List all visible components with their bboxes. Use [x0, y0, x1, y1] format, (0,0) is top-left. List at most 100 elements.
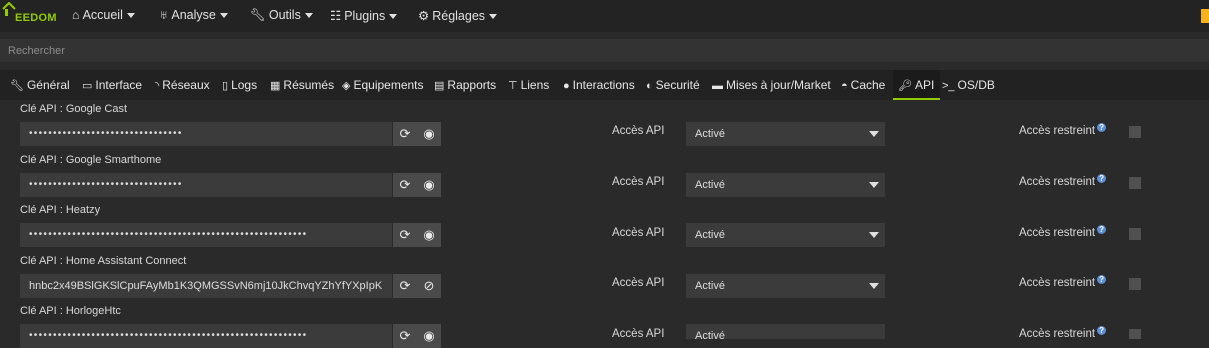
caret-down-icon	[304, 13, 313, 19]
nav-analyse[interactable]: ♅ Analyse	[159, 8, 228, 22]
file-icon: ▯	[222, 80, 229, 92]
help-icon[interactable]: ?	[1097, 174, 1107, 183]
key-icon: 🔑︎	[898, 80, 912, 92]
search-bar	[0, 39, 1209, 62]
api-access-select[interactable]: Activé	[686, 324, 885, 342]
tab-label: Rapports	[447, 78, 497, 92]
tab-rapports[interactable]: ▤ Rapports	[434, 70, 496, 100]
restricted-access-checkbox[interactable]	[1129, 329, 1141, 339]
stethoscope-icon: ♅	[159, 8, 169, 22]
tab-securite[interactable]: ◐ Securité	[646, 70, 700, 100]
nav-outils[interactable]: 🔧︎ Outils	[250, 8, 313, 23]
hide-key-button[interactable]: ⊘	[417, 274, 441, 298]
restricted-text: Accès restreint	[1019, 125, 1096, 137]
tab-label: Cache	[850, 78, 886, 92]
search-input[interactable]	[0, 39, 1208, 62]
tab-logs[interactable]: ▯ Logs	[222, 70, 257, 100]
regenerate-key-button[interactable]: ⟳	[393, 274, 417, 298]
api-key-label: Clé API : Google Cast	[20, 103, 127, 115]
select-value: Activé	[695, 280, 725, 292]
microphone-icon: ●	[563, 80, 570, 92]
tab-cache[interactable]: ◓ Cache	[841, 70, 885, 100]
nav-plugins[interactable]: ☷ Plugins	[330, 8, 398, 23]
tab-general[interactable]: 🔧︎ Général	[10, 70, 70, 100]
api-access-select[interactable]: Activé	[686, 122, 885, 146]
api-access-select[interactable]: Activé	[686, 173, 885, 197]
api-keys-panel: Clé API : Google Cast ••••••••••••••••••…	[0, 100, 1209, 348]
caret-down-icon	[869, 283, 879, 289]
caret-down-icon	[126, 13, 135, 19]
regenerate-key-button[interactable]: ⟳	[393, 324, 417, 348]
api-key-field[interactable]: ••••••••••••••••••••••••••••••••	[20, 122, 392, 146]
tab-label: Liens	[520, 78, 550, 92]
help-icon[interactable]: ?	[1097, 123, 1107, 132]
nav-reglages[interactable]: ⚙ Réglages	[418, 8, 498, 23]
api-access-label: Accès API	[612, 176, 665, 188]
caret-down-icon	[389, 14, 398, 20]
logo-house-icon	[2, 2, 16, 16]
show-key-button[interactable]: ◉	[417, 324, 441, 348]
tab-resumes[interactable]: ▦ Résumés	[270, 70, 334, 100]
refresh-icon: ⟳	[399, 227, 411, 242]
api-key-field[interactable]: ••••••••••••••••••••••••••••••••••••••••…	[20, 223, 392, 247]
tab-interface[interactable]: ▭ Interface	[82, 70, 142, 100]
tab-label: Interface	[95, 78, 143, 92]
eye-icon: ◉	[423, 227, 435, 242]
wrench-icon: 🔧︎	[250, 8, 266, 22]
regenerate-key-button[interactable]: ⟳	[393, 122, 417, 146]
newspaper-icon: ▤	[434, 80, 445, 92]
api-key-field[interactable]: hnbc2x49BSlGKSlCpuFAyMb1K3QMGSSvN6mj10Jk…	[20, 274, 392, 298]
restricted-text: Accès restreint	[1019, 328, 1096, 340]
caret-down-icon	[869, 182, 879, 188]
tab-mises-a-jour[interactable]: ▬ Mises à jour/Market	[712, 70, 831, 100]
tab-label: OS/DB	[957, 78, 995, 92]
nav-label: Réglages	[432, 9, 486, 23]
help-icon[interactable]: ?	[1097, 225, 1107, 234]
config-tabs: 🔧︎ Général ▭ Interface ◝ Réseaux ▯ Logs ▦ Rés…	[0, 70, 1209, 100]
restricted-access-checkbox[interactable]	[1129, 126, 1141, 138]
brand-text: EEDOM	[15, 12, 57, 24]
tab-equipements[interactable]: ◈ Equipements	[342, 70, 424, 100]
restricted-text: Accès restreint	[1019, 277, 1096, 289]
api-key-label: Clé API : Heatzy	[20, 204, 101, 216]
show-key-button[interactable]: ◉	[417, 122, 441, 146]
nav-label: Plugins	[344, 9, 386, 23]
show-key-button[interactable]: ◉	[417, 173, 441, 197]
show-key-button[interactable]: ◉	[417, 223, 441, 247]
tab-reseaux[interactable]: ◝ Réseaux	[155, 70, 210, 100]
api-key-label: Clé API : Home Assistant Connect	[20, 255, 187, 267]
eye-icon: ◉	[423, 126, 435, 141]
tab-os-db[interactable]: >_ OS/DB	[942, 70, 995, 100]
nav-label: Accueil	[82, 8, 123, 22]
tab-label: Equipements	[353, 78, 424, 92]
restricted-access-label: Accès restreint?	[1019, 174, 1107, 188]
eye-slash-icon: ⊘	[423, 278, 435, 293]
api-access-select[interactable]: Activé	[686, 223, 885, 247]
nav-accueil[interactable]: ⌂ Accueil	[72, 8, 135, 22]
gears-icon: ⚙	[418, 9, 430, 23]
notification-indicator[interactable]	[1201, 9, 1209, 23]
nav-label: Analyse	[171, 8, 216, 22]
api-key-field[interactable]: ••••••••••••••••••••••••••••••••••••••••…	[20, 324, 392, 348]
jeedom-logo[interactable]: EEDOM	[2, 2, 62, 30]
restricted-access-label: Accès restreint?	[1019, 225, 1107, 239]
help-icon[interactable]: ?	[1097, 275, 1107, 284]
wrench-icon: 🔧︎	[10, 80, 24, 92]
api-key-field[interactable]: ••••••••••••••••••••••••••••••••	[20, 173, 392, 197]
tab-label: Mises à jour/Market	[726, 78, 831, 92]
tab-api[interactable]: 🔑︎ API	[893, 70, 941, 100]
help-icon[interactable]: ?	[1097, 326, 1107, 335]
shield-icon: ◐	[646, 80, 653, 92]
regenerate-key-button[interactable]: ⟳	[393, 223, 417, 247]
restricted-access-checkbox[interactable]	[1129, 228, 1141, 240]
tab-interactions[interactable]: ● Interactions	[563, 70, 635, 100]
tab-label: Général	[26, 78, 70, 92]
api-access-select[interactable]: Activé	[686, 274, 885, 298]
tab-liens[interactable]: ⊤ Liens	[508, 70, 549, 100]
restricted-text: Accès restreint	[1019, 176, 1096, 188]
restricted-access-checkbox[interactable]	[1129, 278, 1141, 290]
api-access-label: Accès API	[612, 328, 665, 340]
regenerate-key-button[interactable]: ⟳	[393, 173, 417, 197]
cube-icon: ◈	[342, 80, 351, 92]
restricted-access-checkbox[interactable]	[1129, 177, 1141, 189]
